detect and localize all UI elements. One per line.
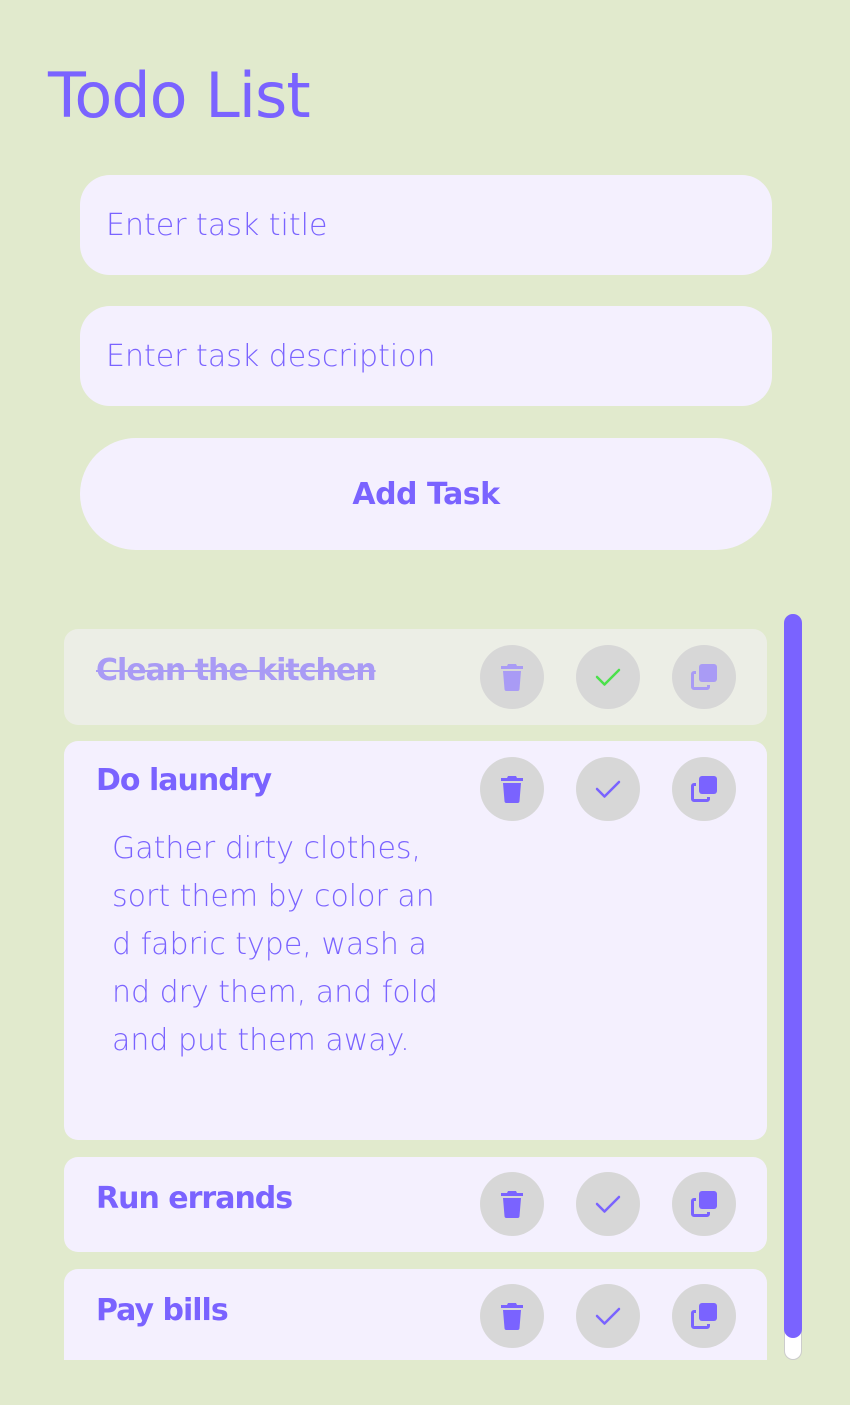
- duplicate-button[interactable]: [672, 1172, 736, 1236]
- duplicate-button[interactable]: [672, 1284, 736, 1348]
- trash-icon: [501, 1191, 523, 1218]
- task-title: Pay bills: [96, 1293, 229, 1328]
- task-item: Run errands: [64, 1157, 767, 1252]
- task-title: Run errands: [96, 1181, 293, 1216]
- page-title: Todo List: [48, 59, 311, 132]
- trash-icon: [501, 664, 523, 691]
- trash-icon: [501, 776, 523, 803]
- trash-icon: [501, 1303, 523, 1330]
- complete-button[interactable]: [576, 645, 640, 709]
- task-title: Do laundry: [96, 763, 272, 798]
- copy-icon: [691, 1303, 717, 1329]
- delete-button[interactable]: [480, 645, 544, 709]
- check-icon: [595, 780, 621, 798]
- copy-icon: [691, 776, 717, 802]
- complete-button[interactable]: [576, 1172, 640, 1236]
- task-title: Clean the kitchen: [96, 653, 377, 688]
- delete-button[interactable]: [480, 757, 544, 821]
- delete-button[interactable]: [480, 1172, 544, 1236]
- task-title-input[interactable]: [80, 175, 772, 275]
- task-list: Clean the kitchen Do laundry Gather dirt…: [64, 614, 804, 1360]
- task-item: Do laundry Gather dirty clothes, sort th…: [64, 741, 767, 1140]
- duplicate-button[interactable]: [672, 645, 736, 709]
- copy-icon: [691, 1191, 717, 1217]
- check-icon: [595, 1307, 621, 1325]
- check-icon: [595, 668, 621, 686]
- delete-button[interactable]: [480, 1284, 544, 1348]
- check-icon: [595, 1195, 621, 1213]
- add-task-button[interactable]: Add Task: [80, 438, 772, 550]
- duplicate-button[interactable]: [672, 757, 736, 821]
- task-description: Gather dirty clothes, sort them by color…: [112, 831, 439, 1058]
- task-item: Clean the kitchen: [64, 629, 767, 725]
- task-description-input[interactable]: [80, 306, 772, 406]
- complete-button[interactable]: [576, 757, 640, 821]
- complete-button[interactable]: [576, 1284, 640, 1348]
- task-item: Pay bills: [64, 1269, 767, 1360]
- copy-icon: [691, 664, 717, 690]
